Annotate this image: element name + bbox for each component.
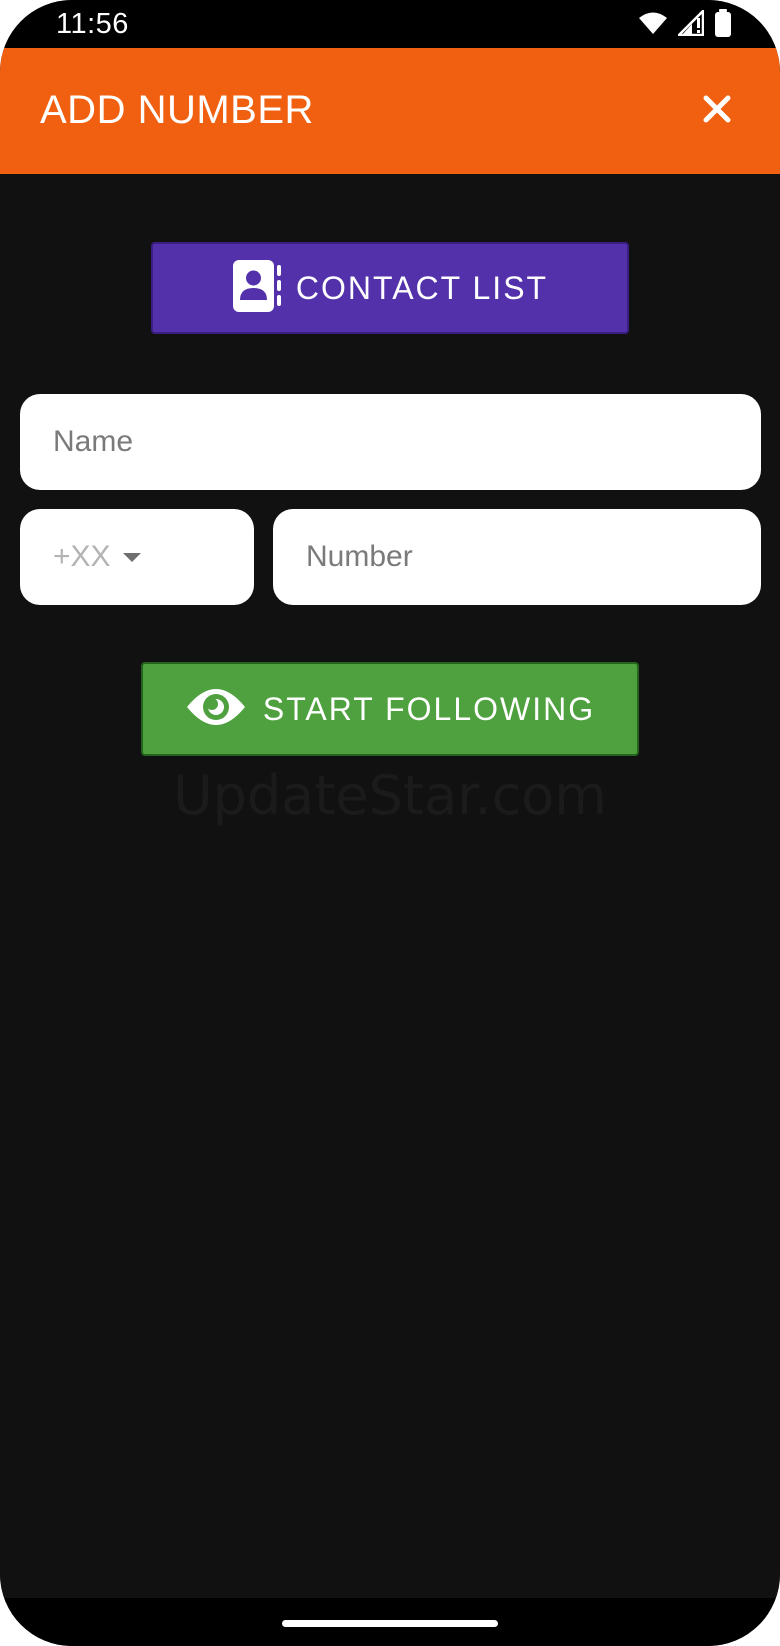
close-icon: [703, 95, 731, 128]
eye-icon: [185, 685, 247, 734]
status-icons: [638, 7, 732, 42]
status-bar: 11:56: [0, 0, 780, 48]
country-code-select[interactable]: +XX: [20, 509, 254, 605]
add-number-form: CONTACT LIST +XX START FOLLOWING Upda: [0, 174, 780, 1598]
close-button[interactable]: [694, 88, 740, 134]
start-following-label: START FOLLOWING: [262, 690, 596, 727]
country-code-value: +XX: [53, 540, 111, 573]
contact-book-icon: [232, 259, 282, 318]
app-bar: ADD NUMBER: [0, 48, 780, 174]
cellular-signal-icon: [675, 7, 705, 41]
contact-list-label: CONTACT LIST: [295, 269, 549, 306]
watermark-text: UpdateStar.com: [173, 764, 607, 827]
number-input[interactable]: [306, 540, 761, 574]
caret-down-icon: [122, 552, 141, 562]
name-input[interactable]: [53, 425, 761, 459]
number-field-container: [273, 509, 761, 605]
wifi-icon: [638, 11, 668, 40]
phone-screen: 11:56 ADD NUMBER CONTACT LIST Name +XX N…: [0, 0, 780, 1646]
gesture-nav-bar: [0, 1598, 780, 1646]
page-title: ADD NUMBER: [40, 88, 314, 132]
battery-icon: [714, 8, 732, 42]
name-field-container: [20, 394, 761, 490]
start-following-button[interactable]: START FOLLOWING: [141, 662, 639, 756]
home-indicator[interactable]: [282, 1620, 498, 1627]
contact-list-button[interactable]: CONTACT LIST: [151, 242, 629, 334]
status-time: 11:56: [56, 8, 129, 40]
